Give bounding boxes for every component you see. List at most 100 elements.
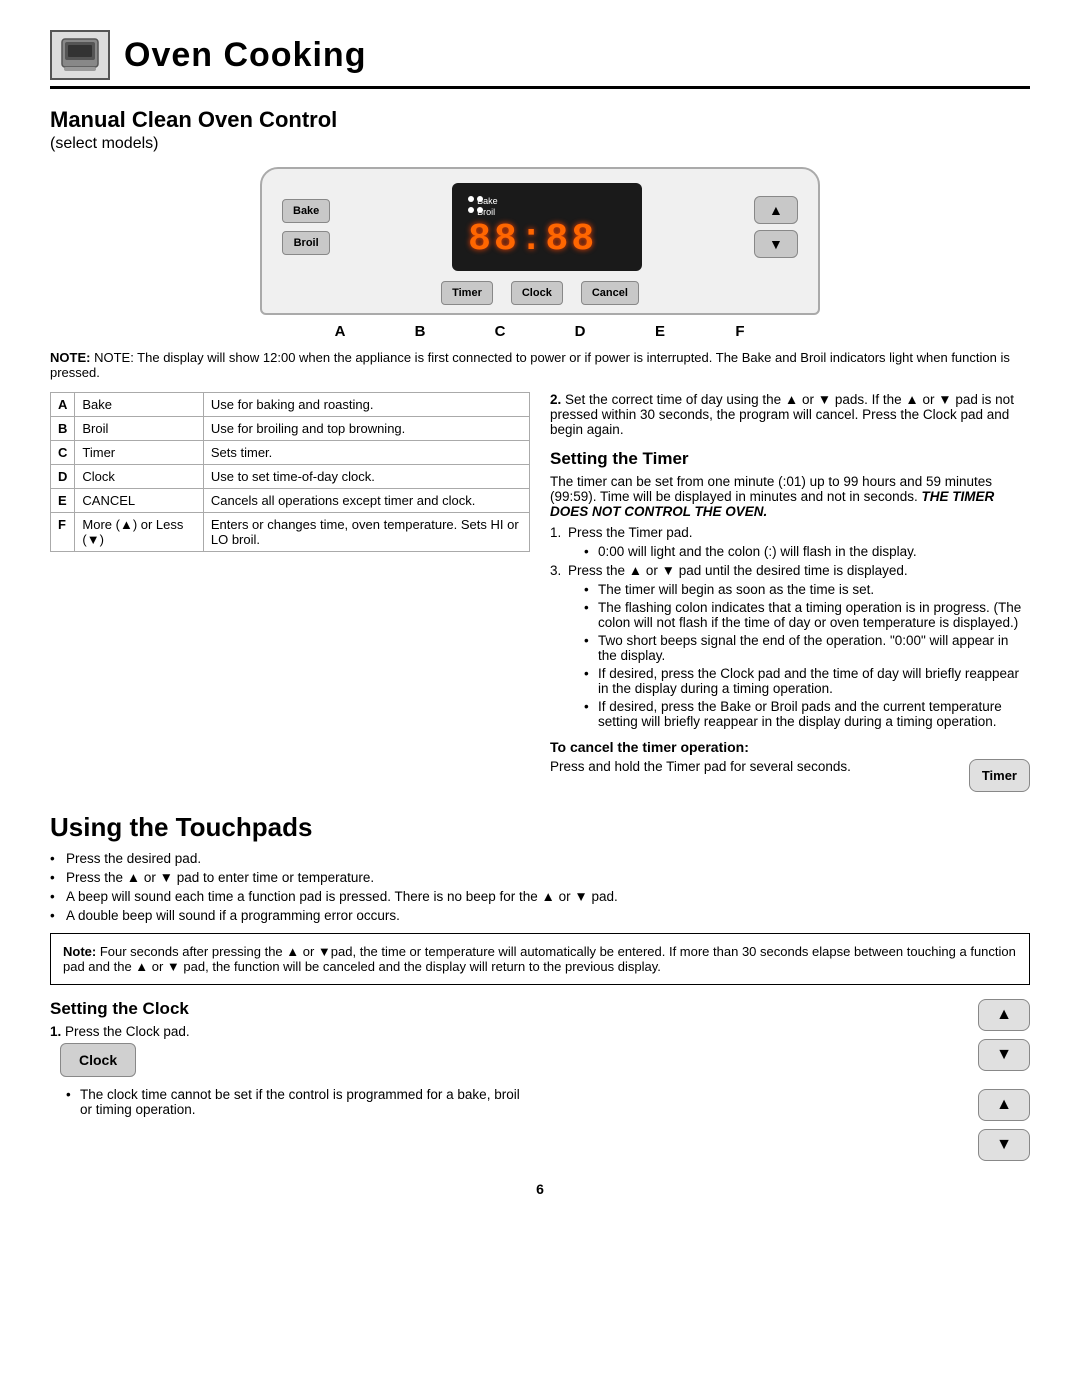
row-item: Timer: [75, 441, 203, 465]
timer-sub-2-4: If desired, press the Clock pad and the …: [584, 666, 1030, 696]
panel-bottom-buttons: Timer Clock Cancel: [282, 281, 798, 305]
timer-steps-list: Press the Timer pad. 0:00 will light and…: [550, 525, 1030, 729]
timer-sub-2-1: The timer will begin as soon as the time…: [584, 582, 1030, 597]
row-key: F: [51, 513, 75, 552]
row-item: Clock: [75, 465, 203, 489]
clock-step1-text: 1. Press the Clock pad.: [50, 1024, 530, 1039]
timer-step-1: Press the Timer pad. 0:00 will light and…: [550, 525, 1030, 559]
touchpads-bullets: Press the desired pad. Press the ▲ or ▼ …: [50, 851, 1030, 923]
label-f: F: [700, 323, 780, 340]
touchpad-bullet-4: A double beep will sound if a programmin…: [50, 908, 1030, 923]
touchpads-section: Using the Touchpads Press the desired pa…: [50, 812, 1030, 985]
table-row: BBroilUse for broiling and top browning.: [51, 417, 530, 441]
timer-sub-2-2: The flashing colon indicates that a timi…: [584, 600, 1030, 630]
row-desc: Use for broiling and top browning.: [203, 417, 529, 441]
right-down-arrow-2[interactable]: ▼: [978, 1129, 1030, 1161]
bottom-section: Setting the Clock 1. Press the Clock pad…: [50, 999, 1030, 1161]
right-up-arrow-2[interactable]: ▲: [978, 1089, 1030, 1121]
side-arrows: ▲ ▼ ▲ ▼: [550, 999, 1030, 1161]
label-b: B: [380, 323, 460, 340]
right-up-arrow[interactable]: ▲: [978, 999, 1030, 1031]
table-row: FMore (▲) or Less (▼)Enters or changes t…: [51, 513, 530, 552]
touchpad-bullet-1: Press the desired pad.: [50, 851, 1030, 866]
oven-icon: [50, 30, 110, 80]
row-item: Bake: [75, 393, 203, 417]
panel-right-arrows: ▲ ▼: [754, 196, 798, 258]
page-title: Oven Cooking: [124, 36, 366, 75]
label-c: C: [460, 323, 540, 340]
row-key: B: [51, 417, 75, 441]
timer-step-1-sub: 0:00 will light and the colon (:) will f…: [584, 544, 1030, 559]
right-arrows-section: ▲ ▼ ▲ ▼: [550, 999, 1030, 1161]
timer-step-2: Press the ▲ or ▼ pad until the desired t…: [550, 563, 1030, 729]
table-row: DClockUse to set time-of-day clock.: [51, 465, 530, 489]
row-key: A: [51, 393, 75, 417]
timer-sub-2-5: If desired, press the Bake or Broil pads…: [584, 699, 1030, 729]
clock-sub-1: The clock time cannot be set if the cont…: [66, 1087, 530, 1117]
cancel-panel-btn[interactable]: Cancel: [581, 281, 639, 305]
row-item: CANCEL: [75, 489, 203, 513]
section-manual-clean: Manual Clean Oven Control (select models…: [50, 107, 1030, 153]
timer-desc: The timer can be set from one minute (:0…: [550, 474, 1030, 519]
row-desc: Use to set time-of-day clock.: [203, 465, 529, 489]
timer-sub-1-1: 0:00 will light and the colon (:) will f…: [584, 544, 1030, 559]
cancel-row: Press and hold the Timer pad for several…: [550, 759, 1030, 798]
label-e: E: [620, 323, 700, 340]
clock-title: Setting the Clock: [50, 999, 530, 1019]
label-a: A: [300, 323, 380, 340]
bake-left-btn[interactable]: Bake: [282, 199, 330, 223]
clock-sub-bullets: The clock time cannot be set if the cont…: [66, 1087, 530, 1117]
note-content: NOTE: The display will show 12:00 when t…: [50, 350, 1010, 380]
row-desc: Sets timer.: [203, 441, 529, 465]
row-desc: Use for baking and roasting.: [203, 393, 529, 417]
display-labels: Bake Broil: [468, 193, 486, 214]
cancel-section: To cancel the timer operation: Press and…: [550, 739, 1030, 798]
timer-side-btn-cancel[interactable]: Timer: [969, 759, 1030, 792]
table-row: ECANCELCancels all operations except tim…: [51, 489, 530, 513]
touchpad-bullet-2: Press the ▲ or ▼ pad to enter time or te…: [50, 870, 1030, 885]
manual-clean-title: Manual Clean Oven Control: [50, 107, 1030, 133]
row-key: D: [51, 465, 75, 489]
manual-clean-subtitle: (select models): [50, 135, 1030, 153]
control-panel: Bake Broil Bake Broil 88:88 ▲ ▼ Timer Cl…: [260, 167, 820, 315]
clock-btn-display[interactable]: Clock: [60, 1043, 136, 1077]
down-arrow-btn[interactable]: ▼: [754, 230, 798, 258]
step2-text: 2. Set the correct time of day using the…: [550, 392, 1030, 437]
table-row: CTimerSets timer.: [51, 441, 530, 465]
setting-timer-title: Setting the Timer: [550, 449, 1030, 469]
step2-content: Set the correct time of day using the ▲ …: [550, 392, 1014, 437]
display-area: Bake Broil 88:88: [452, 183, 642, 271]
timer-panel-btn[interactable]: Timer: [441, 281, 493, 305]
clock-section: Setting the Clock 1. Press the Clock pad…: [50, 999, 530, 1161]
right-column: 2. Set the correct time of day using the…: [550, 392, 1030, 798]
function-table: ABakeUse for baking and roasting.BBroilU…: [50, 392, 530, 552]
clock-step1-content: 1. Press the Clock pad. Clock The clock …: [50, 1024, 530, 1121]
left-column: ABakeUse for baking and roasting.BBroilU…: [50, 392, 530, 798]
panel-labels-row: A B C D E F: [50, 323, 1030, 340]
cancel-desc: Press and hold the Timer pad for several…: [550, 759, 959, 774]
panel-left-buttons: Bake Broil: [282, 199, 330, 255]
clock-panel-btn[interactable]: Clock: [511, 281, 563, 305]
label-d: D: [540, 323, 620, 340]
touchpads-title: Using the Touchpads: [50, 812, 1030, 843]
up-arrow-btn[interactable]: ▲: [754, 196, 798, 224]
broil-indicator: Broil: [468, 204, 486, 214]
note-label: NOTE:: [50, 350, 90, 365]
timer-sub-2-3: Two short beeps signal the end of the op…: [584, 633, 1030, 663]
row-desc: Enters or changes time, oven temperature…: [203, 513, 529, 552]
broil-left-btn[interactable]: Broil: [282, 231, 330, 255]
cancel-title: To cancel the timer operation:: [550, 739, 749, 755]
touchpad-note-box: Note: Four seconds after pressing the ▲ …: [50, 933, 1030, 985]
clock-step1-row: 1. Press the Clock pad. Clock The clock …: [50, 1024, 530, 1121]
panel-diagram: Bake Broil Bake Broil 88:88 ▲ ▼ Timer Cl…: [50, 167, 1030, 315]
page-number: 6: [50, 1181, 1030, 1197]
main-note: NOTE: NOTE: The display will show 12:00 …: [50, 350, 1030, 380]
row-key: E: [51, 489, 75, 513]
row-item: More (▲) or Less (▼): [75, 513, 203, 552]
row-item: Broil: [75, 417, 203, 441]
right-down-arrow[interactable]: ▼: [978, 1039, 1030, 1071]
row-key: C: [51, 441, 75, 465]
touchpad-note-text: Four seconds after pressing the ▲ or ▼pa…: [63, 944, 1016, 974]
touchpad-note-label: Note:: [63, 944, 96, 959]
timer-step-2-sub: The timer will begin as soon as the time…: [584, 582, 1030, 729]
